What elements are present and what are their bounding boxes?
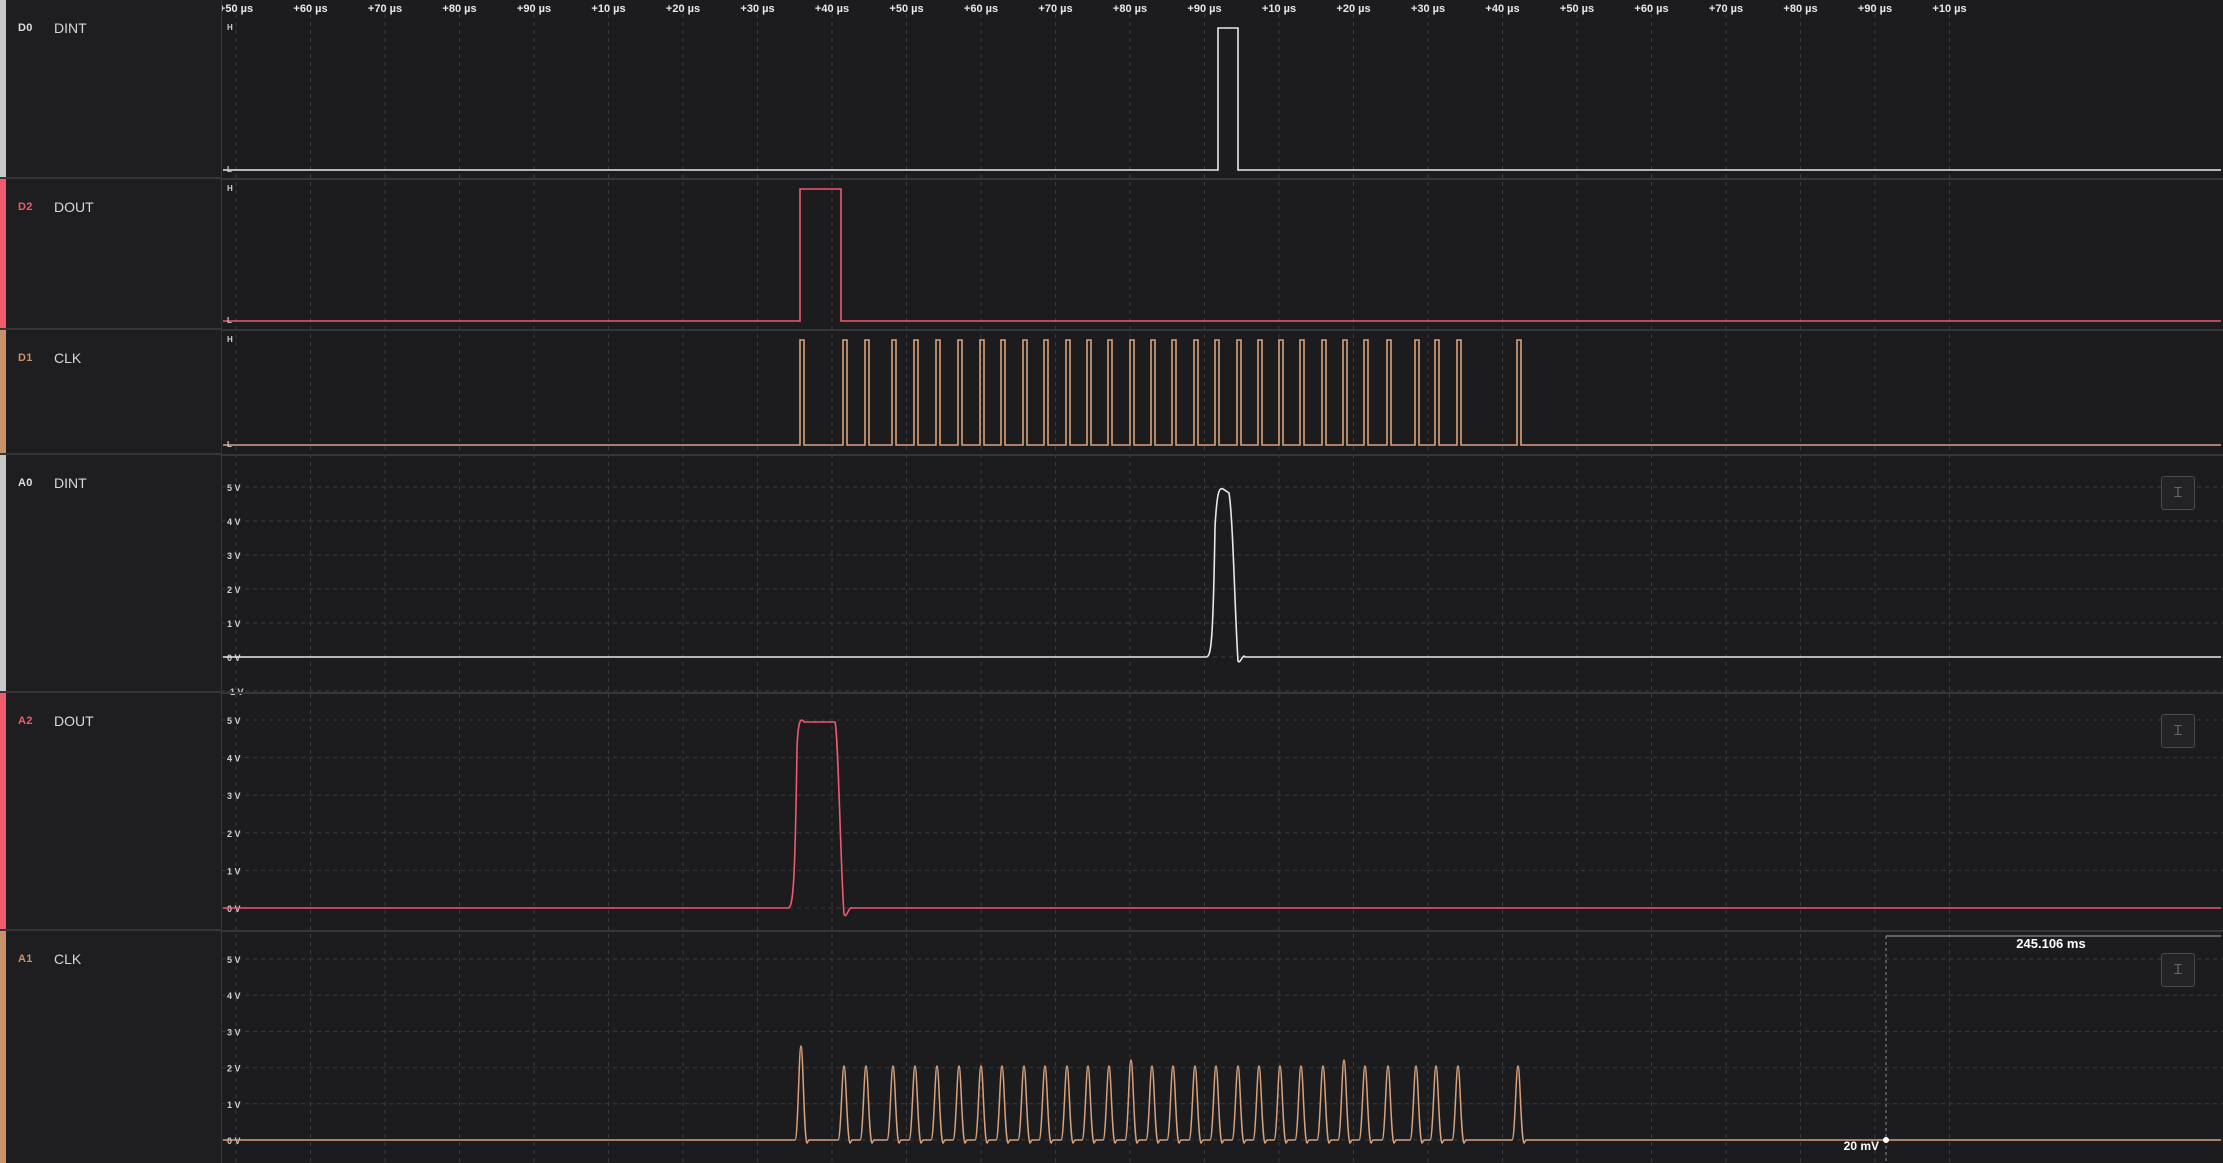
voltage-label: 3 V [227,791,241,801]
channel-color-bar [0,330,6,453]
autoscale-button-a1[interactable]: ⌶ [2161,953,2195,987]
level-low-label: L [227,440,232,449]
channel-id: D2 [18,201,33,213]
level-high-label: H [227,23,233,32]
measurement-offset-label: 20 mV [1844,1139,1879,1153]
channel-a2-trace [223,719,2221,917]
time-tick-label: +30 µs [1411,3,1445,15]
time-tick-label: +50 µs [889,3,923,15]
time-tick-label: +70 µs [1709,3,1743,15]
voltage-label: 3 V [227,1027,241,1037]
voltage-label: 0 V [227,904,241,914]
voltage-label: 4 V [227,754,241,764]
voltage-label: 5 V [227,955,241,965]
time-tick-label: +50 µs [221,3,253,15]
time-tick-label: +70 µs [368,3,402,15]
channel-d0-trace [223,27,2221,171]
time-tick-label: +60 µs [293,3,327,15]
time-tick-label: +10 µs [1932,3,1966,15]
voltage-label: 5 V [227,483,241,493]
channel-color-bar [0,693,6,929]
time-tick-label: +50 µs [1560,3,1594,15]
time-tick-label: +90 µs [1858,3,1892,15]
channel-name[interactable]: DINT [54,475,87,491]
voltage-label: 3 V [227,551,241,561]
channel-id: A2 [18,715,33,727]
channel-id: A0 [18,477,33,489]
voltage-label: 1 V [227,1100,241,1110]
time-tick-label: +80 µs [1113,3,1147,15]
channel-label-a0[interactable]: A0 DINT [0,455,221,693]
time-tick-label: +90 µs [517,3,551,15]
autoscale-button-a0[interactable]: ⌶ [2161,476,2195,510]
level-low-label: L [227,316,232,325]
channel-a0-trace [223,487,2221,663]
voltage-label: 1 V [227,866,241,876]
time-tick-label: +20 µs [666,3,700,15]
waveform-area[interactable]: +50 µs +60 µs +70 µs +80 µs +90 µs +10 µs +20 … [221,0,2223,1163]
channel-id: D1 [18,352,33,364]
time-tick-label: +40 µs [815,3,849,15]
time-tick-label: +40 µs [1485,3,1519,15]
channel-d2-trace [223,188,2221,322]
autoscale-button-a2[interactable]: ⌶ [2161,714,2195,748]
waveform-canvas[interactable]: +50 µs +60 µs +70 µs +80 µs +90 µs +10 µs +20 … [221,0,2223,1163]
level-low-label: L [227,165,232,174]
channel-d1-trace [223,339,2221,446]
vertical-fit-icon: ⌶ [2173,484,2183,501]
time-tick-label: +20 µs [1336,3,1370,15]
channel-color-bar [0,179,6,328]
vertical-fit-icon: ⌶ [2173,961,2183,978]
channel-color-bar [0,931,6,1163]
channel-label-d0[interactable]: D0 DINT [0,0,221,179]
logic-analyzer-window: D0 DINT D2 DOUT D1 CLK A0 DINT A2 DOUT A… [0,0,2223,1163]
voltage-label: 4 V [227,517,241,527]
voltage-label: 2 V [227,829,241,839]
channel-label-d1[interactable]: D1 CLK [0,330,221,455]
time-tick-label: +60 µs [1634,3,1668,15]
time-tick-label: +80 µs [442,3,476,15]
voltage-label: 0 V [227,653,241,663]
channel-name[interactable]: DOUT [54,713,94,729]
channel-a1-trace [223,1045,2221,1145]
voltage-label: 4 V [227,991,241,1001]
channel-label-a2[interactable]: A2 DOUT [0,693,221,931]
channel-label-a1[interactable]: A1 CLK [0,931,221,1163]
time-tick-label: +60 µs [964,3,998,15]
channel-color-bar [0,455,6,691]
channel-id: A1 [18,953,33,965]
time-tick-label: +70 µs [1038,3,1072,15]
voltage-label: 2 V [227,1064,241,1074]
voltage-label: 0 V [227,1136,241,1146]
channel-label-d2[interactable]: D2 DOUT [0,179,221,330]
time-tick-label: +80 µs [1783,3,1817,15]
time-tick-label: +30 µs [740,3,774,15]
time-tick-label: +90 µs [1187,3,1221,15]
level-high-label: H [227,335,233,344]
channel-name[interactable]: DOUT [54,199,94,215]
channel-id: D0 [18,22,33,34]
channel-sidebar: D0 DINT D2 DOUT D1 CLK A0 DINT A2 DOUT A… [0,0,221,1163]
vertical-fit-icon: ⌶ [2173,722,2183,739]
channel-name[interactable]: CLK [54,350,81,366]
time-tick-label: +10 µs [1262,3,1296,15]
voltage-label: 5 V [227,716,241,726]
channel-color-bar [0,0,6,177]
channel-name[interactable]: DINT [54,20,87,36]
channel-name[interactable]: CLK [54,951,81,967]
voltage-label: 2 V [227,585,241,595]
measurement-width-label: 245.106 ms [2016,936,2085,951]
time-tick-label: +10 µs [591,3,625,15]
voltage-label: 1 V [227,619,241,629]
measurement-marker [1883,1137,1889,1143]
level-high-label: H [227,184,233,193]
